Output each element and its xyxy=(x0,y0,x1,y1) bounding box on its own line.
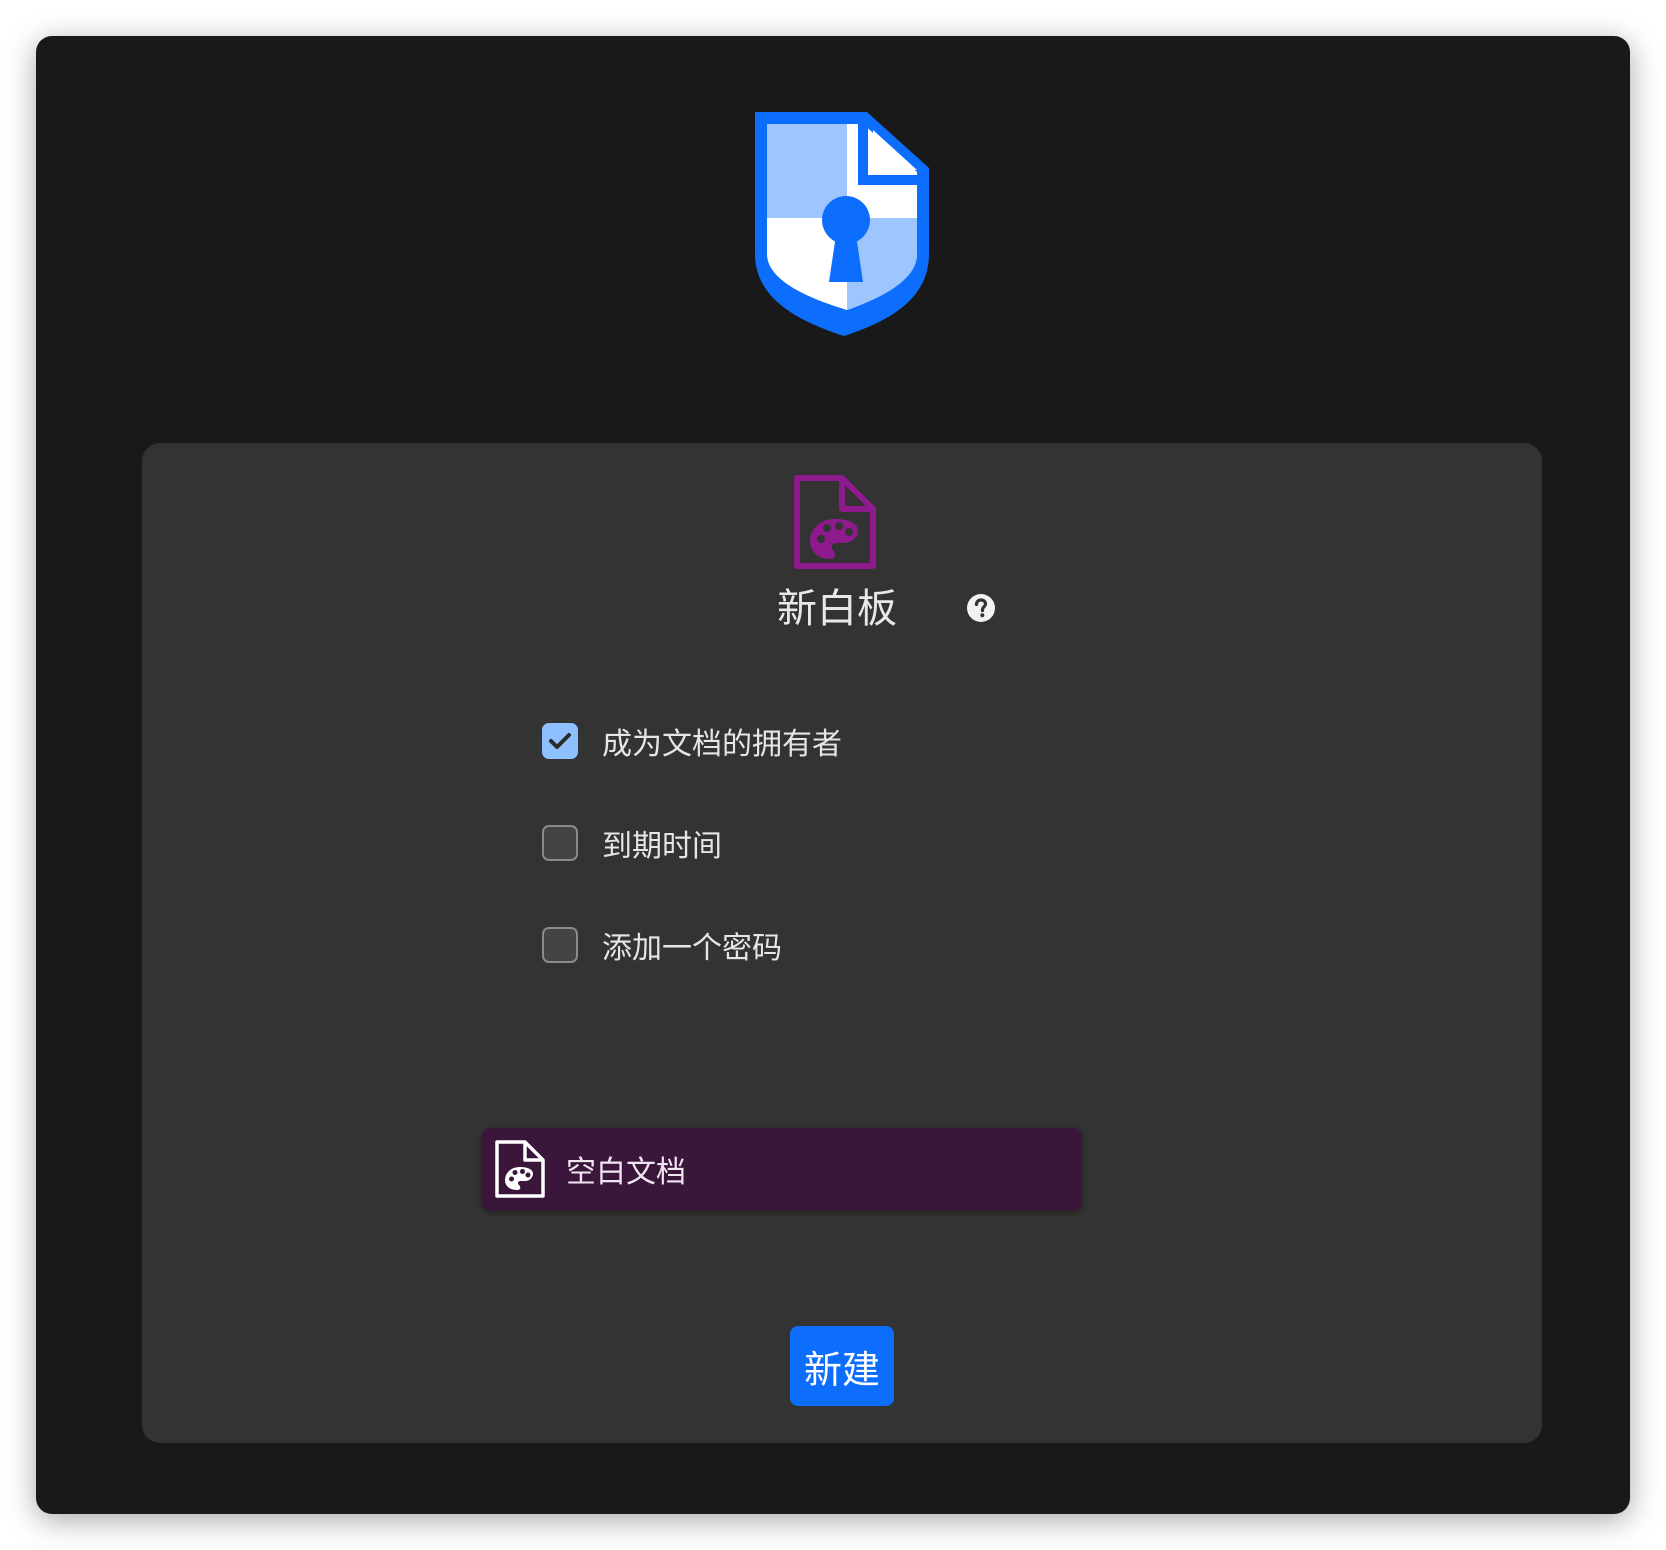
template-blank-document[interactable]: 空白文档 xyxy=(482,1128,1082,1210)
file-palette-icon xyxy=(794,475,876,569)
expiration-checkbox[interactable] xyxy=(542,825,578,861)
owner-checkbox[interactable] xyxy=(542,723,578,759)
page-title: 新白板 xyxy=(777,586,897,632)
expiration-checkbox-option[interactable]: 到期时间 xyxy=(542,822,722,864)
template-label: 空白文档 xyxy=(566,1155,686,1190)
owner-checkbox-option[interactable]: 成为文档的拥有者 xyxy=(542,720,842,762)
file-palette-icon xyxy=(495,1140,545,1198)
expiration-option-label: 到期时间 xyxy=(602,829,722,864)
app-window: 新白板 成为文档的拥有者 到期时间 添加一个密码 空白文档 新建 xyxy=(36,36,1630,1514)
create-document-panel: 新白板 成为文档的拥有者 到期时间 添加一个密码 空白文档 新建 xyxy=(142,443,1542,1443)
shield-keyhole-logo xyxy=(755,112,929,336)
create-button[interactable]: 新建 xyxy=(790,1326,894,1406)
owner-option-label: 成为文档的拥有者 xyxy=(602,727,842,762)
question-circle-icon[interactable] xyxy=(966,593,996,623)
password-checkbox[interactable] xyxy=(542,927,578,963)
check-icon xyxy=(549,733,571,749)
password-option-label: 添加一个密码 xyxy=(602,931,782,966)
password-checkbox-option[interactable]: 添加一个密码 xyxy=(542,924,782,966)
